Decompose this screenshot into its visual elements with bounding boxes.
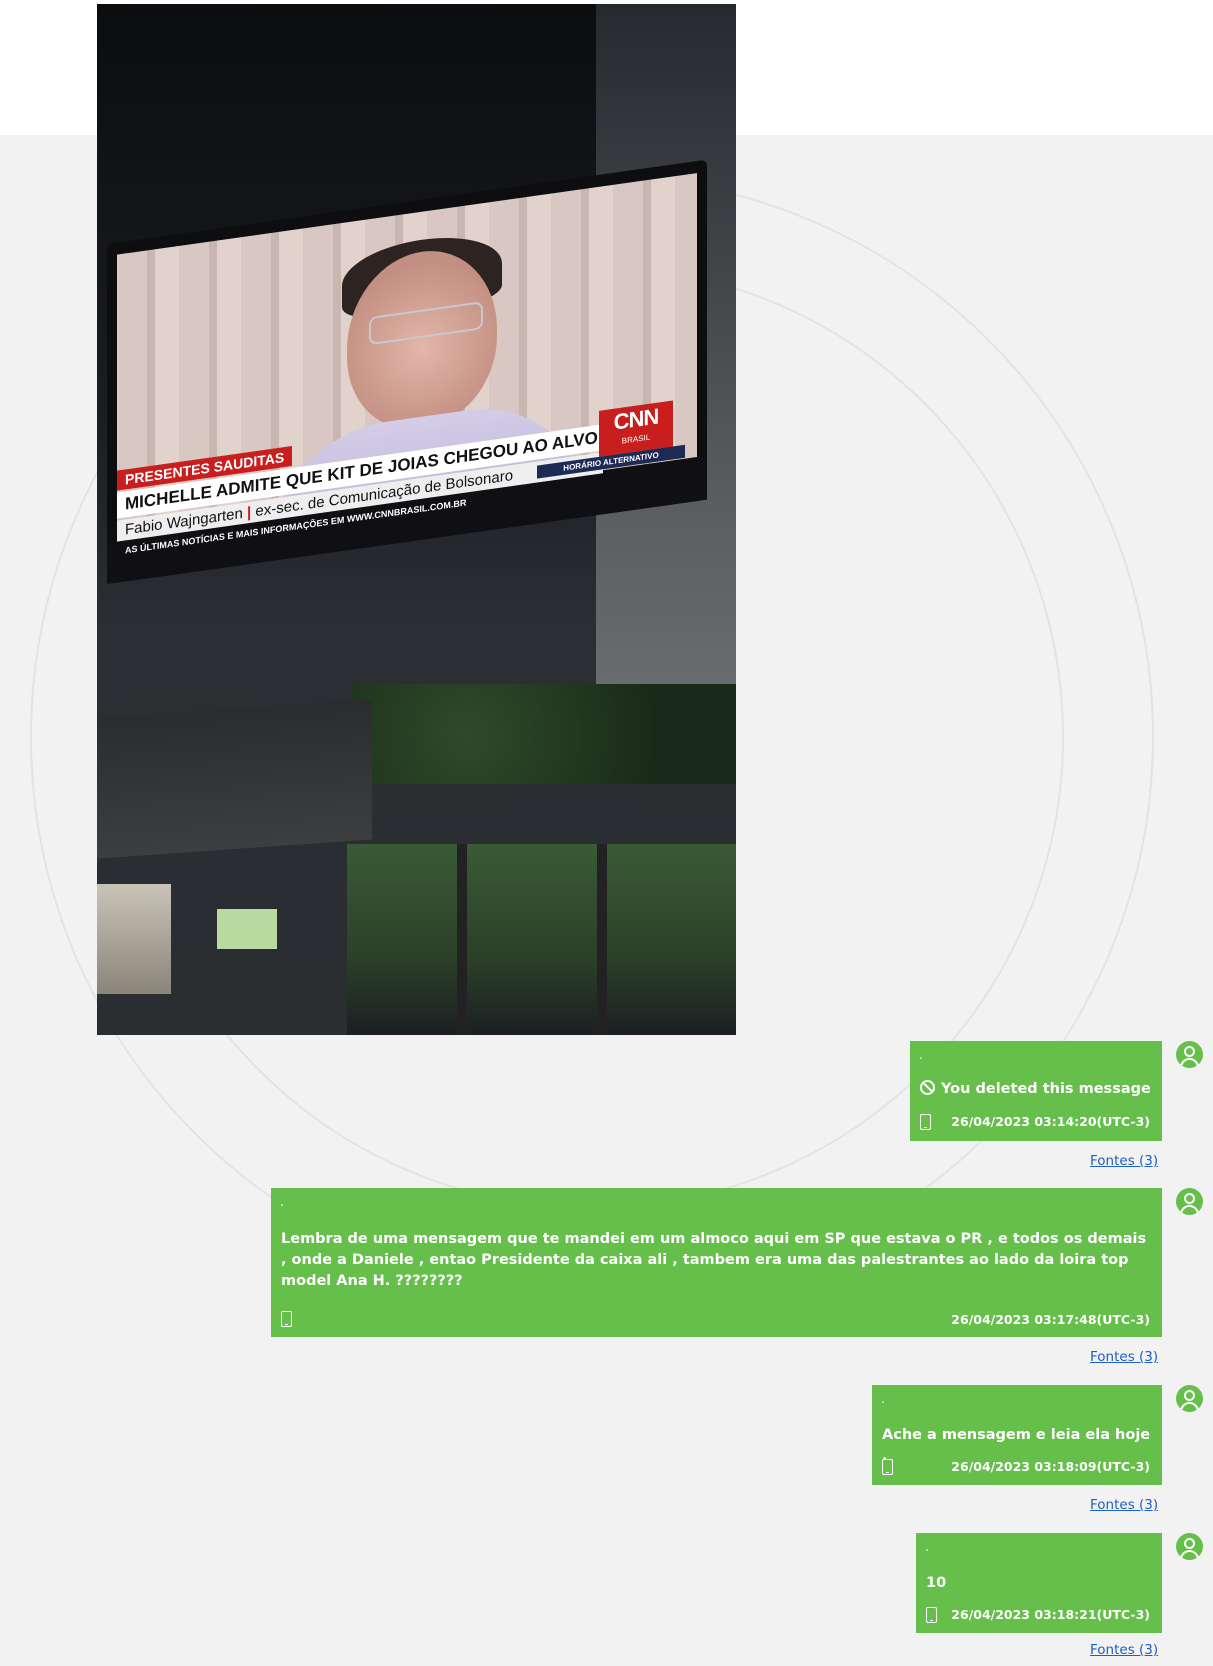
sources-link[interactable]: Fontes (3) — [1090, 1349, 1158, 1365]
phone-device-icon — [920, 1114, 931, 1130]
photo-attachment[interactable]: PRESENTES SAUDITAS MICHELLE ADMITE QUE K… — [97, 4, 736, 1035]
avatar-shoulders — [1180, 1205, 1199, 1215]
photo-greenery — [352, 684, 736, 784]
message-text: You deleted this message — [920, 1079, 1152, 1100]
avatar-shoulders — [1180, 1058, 1199, 1068]
photo-poster — [97, 884, 171, 994]
avatar-shoulders — [1180, 1550, 1199, 1560]
photo-storefront — [347, 844, 736, 1035]
message-timestamp: 26/04/2023 03:18:09(UTC-3) — [951, 1459, 1150, 1474]
user-avatar-icon — [1176, 1533, 1203, 1560]
lower-third-separator: | — [247, 503, 252, 522]
avatar-head — [1184, 1046, 1195, 1057]
message-timestamp: 26/04/2023 03:14:20(UTC-3) — [951, 1114, 1150, 1129]
message-bubble[interactable]: . Ache a mensagem e leia ela hoje . 26/0… — [872, 1385, 1162, 1485]
avatar-head — [1184, 1390, 1195, 1401]
message-text: Lembra de uma mensagem que te mandei em … — [281, 1231, 1147, 1289]
deleted-message-icon — [920, 1080, 935, 1095]
message-marker: . — [925, 1540, 929, 1554]
message-marker: . — [881, 1392, 885, 1406]
message-timestamp: 26/04/2023 03:17:48(UTC-3) — [951, 1312, 1150, 1327]
storefront-post — [457, 844, 467, 1035]
user-avatar-icon — [1176, 1385, 1203, 1412]
avatar-head — [1184, 1193, 1195, 1204]
avatar-shoulders — [1180, 1402, 1199, 1412]
page: PRESENTES SAUDITAS MICHELLE ADMITE QUE K… — [0, 0, 1213, 1666]
phone-device-icon — [882, 1459, 893, 1475]
avatar-head — [1184, 1538, 1195, 1549]
message-marker: . — [280, 1195, 284, 1209]
sources-link[interactable]: Fontes (3) — [1090, 1497, 1158, 1513]
phone-device-icon — [281, 1311, 292, 1327]
message-bubble[interactable]: . Lembra de uma mensagem que te mandei e… — [271, 1188, 1162, 1337]
phone-device-icon — [926, 1607, 937, 1623]
user-avatar-icon — [1176, 1188, 1203, 1215]
sources-link[interactable]: Fontes (3) — [1090, 1153, 1158, 1169]
sources-link[interactable]: Fontes (3) — [1090, 1642, 1158, 1658]
photo-sign — [217, 909, 277, 949]
message-bubble[interactable]: . You deleted this message 26/04/2023 03… — [910, 1041, 1162, 1141]
storefront-post — [597, 844, 607, 1035]
message-marker: . — [919, 1048, 923, 1062]
user-avatar-icon — [1176, 1041, 1203, 1068]
deleted-label: You deleted this message — [941, 1081, 1151, 1097]
photo-ceiling — [97, 699, 372, 859]
message-text: 10 — [926, 1575, 947, 1591]
message-bubble[interactable]: . 10 26/04/2023 03:18:21(UTC-3) — [916, 1533, 1162, 1633]
message-timestamp: 26/04/2023 03:18:21(UTC-3) — [951, 1607, 1150, 1622]
